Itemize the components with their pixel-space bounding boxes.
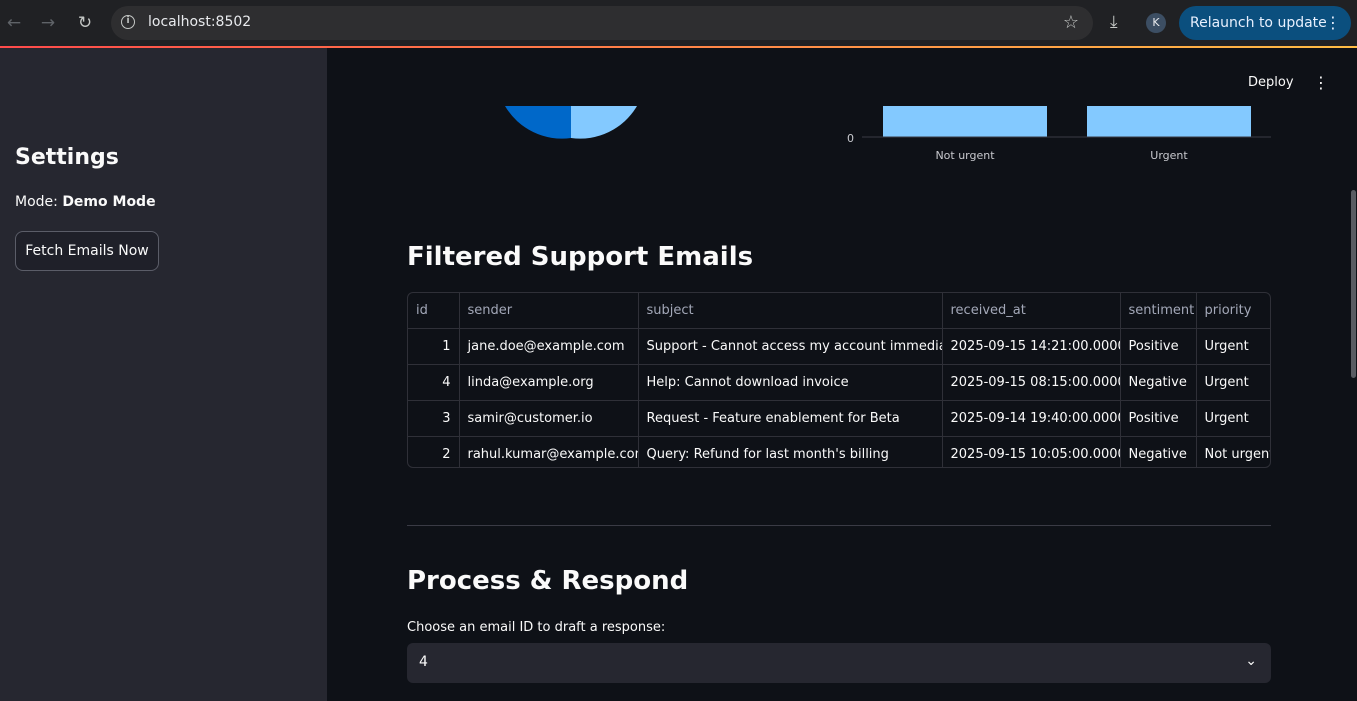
cell-priority[interactable]: Urgent [1196, 400, 1270, 437]
cell-id[interactable]: 4 [408, 364, 460, 401]
cell-sender[interactable]: linda@example.org [459, 364, 639, 401]
deploy-button[interactable]: Deploy [1248, 75, 1294, 90]
table-row[interactable]: 3 samir@customer.io Request - Feature en… [408, 400, 1270, 437]
section-divider [407, 525, 1271, 526]
relaunch-label: Relaunch to update [1190, 15, 1327, 31]
sidebar-title: Settings [15, 145, 119, 170]
column-header[interactable]: subject [638, 293, 943, 329]
more-vert-icon[interactable]: ⋮ [1325, 6, 1341, 40]
cell-received-at[interactable]: 2025-09-15 10:05:00.000000 [942, 436, 1121, 467]
table-row[interactable]: 4 linda@example.org Help: Cannot downloa… [408, 364, 1270, 401]
cell-sentiment[interactable]: Negative [1120, 364, 1197, 401]
relaunch-button[interactable]: Relaunch to update ⋮ [1179, 6, 1351, 40]
x-tick-label-not-urgent: Not urgent [935, 149, 995, 162]
cell-subject[interactable]: Query: Refund for last month's billing [638, 436, 943, 467]
pie-slice-negative [505, 106, 571, 139]
cell-received-at[interactable]: 2025-09-15 14:21:00.000000 [942, 328, 1121, 365]
mode-label: Mode: [15, 194, 63, 210]
reload-icon[interactable]: ↻ [73, 11, 97, 35]
emails-table[interactable]: id sender subject received_at sentiment … [407, 292, 1271, 468]
cell-subject[interactable]: Support - Cannot access my account immed… [638, 328, 943, 365]
cell-id[interactable]: 1 [408, 328, 460, 365]
page-scrollbar[interactable] [1351, 190, 1356, 378]
email-id-select[interactable]: 4 ⌄ [407, 643, 1271, 683]
y-tick-label: 0 [847, 132, 854, 145]
bar-not-urgent [883, 106, 1047, 137]
mode-value: Demo Mode [62, 194, 156, 210]
select-value: 4 [419, 654, 428, 670]
mode-indicator: Mode: Demo Mode [15, 194, 156, 210]
process-section-title: Process & Respond [407, 566, 689, 596]
table-row[interactable]: 2 rahul.kumar@example.com Query: Refund … [408, 436, 1271, 468]
pie-slice-positive [571, 106, 637, 139]
address-bar[interactable]: i localhost:8502 ☆ [111, 6, 1093, 40]
cell-received-at[interactable]: 2025-09-14 19:40:00.000000 [942, 400, 1121, 437]
cell-sentiment[interactable]: Positive [1120, 400, 1197, 437]
bar-urgent [1087, 106, 1251, 137]
download-icon[interactable]: ⤓ [1110, 12, 1118, 32]
cell-sender[interactable]: rahul.kumar@example.com [459, 436, 639, 467]
site-info-icon[interactable]: i [121, 15, 135, 29]
column-header[interactable]: sentiment [1120, 293, 1197, 329]
url-text: localhost:8502 [148, 14, 252, 30]
table-header-row: id sender subject received_at sentiment … [408, 293, 1270, 329]
cell-sentiment[interactable]: Positive [1120, 328, 1197, 365]
column-header[interactable]: sender [459, 293, 639, 329]
cell-id[interactable]: 2 [408, 436, 460, 467]
priority-bar-chart: 0 Not urgent Urgent [847, 106, 1271, 162]
cell-priority[interactable]: Urgent [1196, 328, 1270, 365]
cell-sender[interactable]: samir@customer.io [459, 400, 639, 437]
main-menu-icon[interactable]: ⋮ [1313, 73, 1329, 92]
cell-priority[interactable]: Not urgent [1196, 437, 1271, 468]
cell-priority[interactable]: Urgent [1196, 364, 1270, 401]
column-header[interactable]: id [408, 293, 460, 329]
x-tick-label-urgent: Urgent [1150, 149, 1188, 162]
table-row[interactable]: 1 jane.doe@example.com Support - Cannot … [408, 328, 1270, 365]
browser-toolbar: ← → ↻ i localhost:8502 ☆ ⤓ K Relaunch to… [0, 0, 1357, 47]
email-id-select-label: Choose an email ID to draft a response: [407, 620, 666, 635]
cell-sender[interactable]: jane.doe@example.com [459, 328, 639, 365]
cell-id[interactable]: 3 [408, 400, 460, 437]
emails-section-title: Filtered Support Emails [407, 242, 754, 272]
cell-subject[interactable]: Help: Cannot download invoice [638, 364, 943, 401]
bookmark-star-icon[interactable]: ☆ [1063, 12, 1079, 33]
column-header[interactable]: received_at [942, 293, 1121, 329]
fetch-emails-button[interactable]: Fetch Emails Now [15, 231, 159, 271]
column-header[interactable]: priority [1196, 293, 1270, 329]
cell-received-at[interactable]: 2025-09-15 08:15:00.000000 [942, 364, 1121, 401]
sentiment-pie-chart [505, 106, 637, 139]
profile-avatar[interactable]: K [1146, 13, 1166, 33]
cell-sentiment[interactable]: Negative [1120, 436, 1197, 467]
forward-arrow-icon[interactable]: → [36, 11, 60, 35]
back-arrow-icon[interactable]: ← [2, 11, 26, 35]
cell-subject[interactable]: Request - Feature enablement for Beta [638, 400, 943, 437]
sidebar: Settings Mode: Demo Mode Fetch Emails No… [0, 48, 327, 701]
chevron-down-icon[interactable]: ⌄ [1245, 653, 1257, 669]
